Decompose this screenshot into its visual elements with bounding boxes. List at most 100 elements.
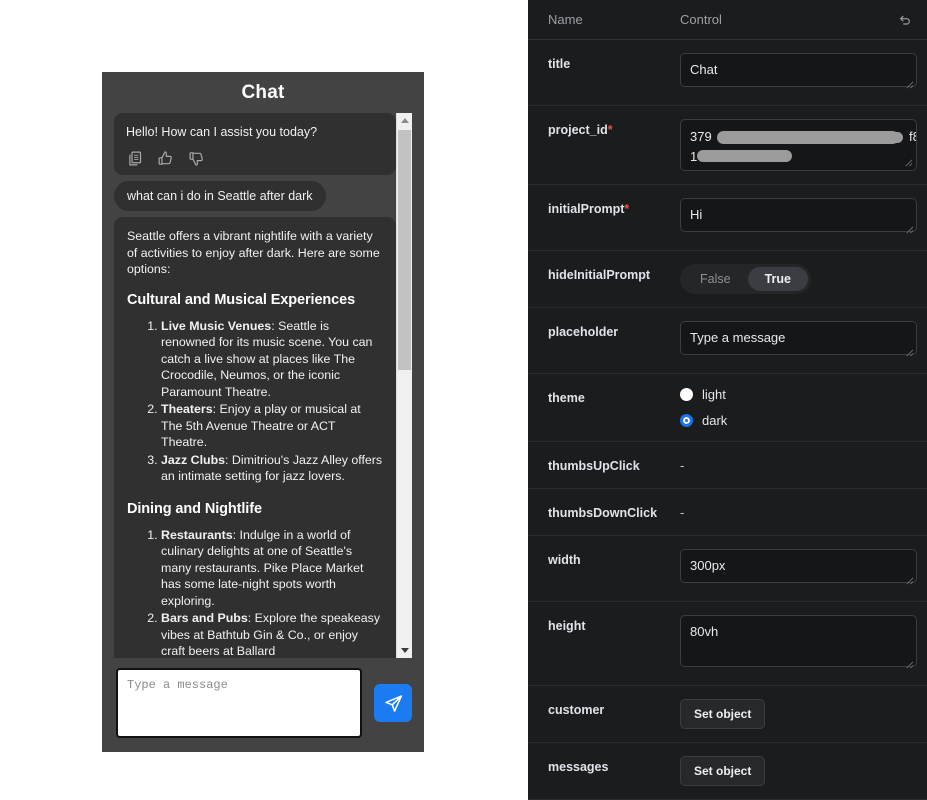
toggle-option-true[interactable]: True — [747, 267, 808, 291]
property-label: thumbsUpClick — [548, 459, 640, 473]
redaction-mark — [717, 131, 899, 144]
project-id-prefix: 379 — [690, 129, 712, 144]
list-item: Restaurants: Indulge in a world of culin… — [161, 527, 383, 610]
properties-panel: Name Control title project_id* 379 — [528, 0, 927, 800]
radio-label: light — [702, 387, 726, 402]
message-bot-answer: Seattle offers a vibrant nightlife with … — [114, 217, 396, 658]
property-row-height: height — [528, 602, 927, 686]
property-control: - — [680, 502, 917, 522]
property-control: Set object — [680, 699, 917, 729]
thumbs-down-icon[interactable] — [188, 150, 205, 167]
chat-message-list: Hello! How can I assist you today? what … — [114, 113, 396, 658]
column-header-name: Name — [548, 12, 583, 27]
set-object-button-messages[interactable]: Set object — [680, 756, 766, 786]
chat-message-input[interactable] — [116, 668, 362, 738]
bot-greeting-text: Hello! How can I assist you today? — [126, 125, 318, 139]
property-row-project-id: project_id* 379 f83- 1 — [528, 106, 927, 185]
list-item-term: Bars and Pubs — [161, 611, 248, 626]
chat-widget: Chat Hello! How can I assist you today? — [102, 72, 424, 752]
answer-list-2: Restaurants: Indulge in a world of culin… — [127, 527, 383, 658]
property-row-thumbs-up-click: thumbsUpClick - — [528, 442, 927, 489]
property-label-text: initialPrompt — [548, 202, 625, 216]
message-user-row: what can i do in Seattle after dark — [114, 180, 396, 217]
property-label: project_id* — [548, 119, 680, 138]
project-id-input[interactable]: 379 f83- 1 — [680, 119, 917, 171]
height-input[interactable] — [680, 615, 917, 667]
scroll-up-arrow-icon[interactable] — [397, 113, 412, 128]
column-header-control: Control — [680, 12, 722, 27]
radio-unselected-icon[interactable] — [680, 388, 693, 401]
redaction-mark — [697, 150, 792, 162]
list-item: Jazz Clubs: Dimitriou's Jazz Alley offer… — [161, 452, 383, 485]
send-button[interactable] — [374, 684, 412, 722]
answer-intro: Seattle offers a vibrant nightlife with … — [127, 229, 380, 277]
list-item-term: Restaurants — [161, 527, 233, 542]
property-control — [680, 615, 917, 672]
theme-option-dark[interactable]: dark — [680, 413, 917, 428]
redaction-mark — [877, 132, 903, 143]
property-row-theme: theme light dark — [528, 374, 927, 442]
property-row-hide-initial-prompt: hideInitialPrompt False True — [528, 251, 927, 308]
property-row-thumbs-down-click: thumbsDownClick - — [528, 489, 927, 536]
property-label: initialPrompt* — [548, 198, 680, 217]
scrollbar-thumb[interactable] — [398, 130, 411, 370]
property-row-initial-prompt: initialPrompt* — [528, 185, 927, 251]
list-item-term: Jazz Clubs — [161, 452, 226, 467]
thumbs-up-icon[interactable] — [157, 150, 174, 167]
message-user: what can i do in Seattle after dark — [114, 180, 326, 212]
property-label: hideInitialPrompt — [548, 268, 651, 282]
chat-scroll-region: Hello! How can I assist you today? what … — [114, 113, 412, 658]
empty-value[interactable]: - — [680, 502, 684, 520]
property-control — [680, 198, 917, 237]
property-control: Set object — [680, 756, 917, 786]
answer-heading-2: Dining and Nightlife — [127, 500, 262, 517]
initial-prompt-input[interactable] — [680, 198, 917, 232]
property-row-width: width — [528, 536, 927, 602]
property-label: messages — [548, 760, 609, 774]
project-id-line2: 1 — [690, 149, 698, 164]
chat-composer — [102, 658, 424, 752]
undo-icon[interactable] — [891, 12, 913, 28]
scrollbar-track[interactable] — [397, 128, 412, 643]
property-label: height — [548, 619, 586, 633]
list-item-term: Live Music Venues — [161, 318, 272, 333]
required-asterisk: * — [607, 123, 613, 137]
message-action-bar — [126, 150, 384, 167]
project-id-suffix: f83- — [909, 129, 916, 144]
toggle-option-false[interactable]: False — [683, 267, 748, 291]
hide-initial-prompt-toggle[interactable]: False True — [680, 264, 811, 294]
placeholder-input[interactable] — [680, 321, 917, 355]
properties-header: Name Control — [528, 0, 927, 40]
list-item-term: Theaters — [161, 402, 213, 417]
theme-option-light[interactable]: light — [680, 387, 917, 402]
property-row-customer: customer Set object — [528, 686, 927, 743]
property-row-messages: messages Set object — [528, 743, 927, 800]
property-control: - — [680, 455, 917, 475]
width-input[interactable] — [680, 549, 917, 583]
property-label: thumbsDownClick — [548, 506, 658, 520]
answer-heading-1: Cultural and Musical Experiences — [127, 291, 356, 308]
chat-scrollbar[interactable] — [396, 113, 412, 658]
property-label: customer — [548, 703, 605, 717]
set-object-button-customer[interactable]: Set object — [680, 699, 766, 729]
chat-title: Chat — [241, 82, 285, 103]
required-asterisk: * — [624, 202, 630, 216]
copy-icon[interactable] — [126, 150, 143, 167]
property-label-text: project_id — [548, 123, 608, 137]
property-row-placeholder: placeholder — [528, 308, 927, 374]
answer-list-1: Live Music Venues: Seattle is renowned f… — [127, 318, 383, 485]
list-item: Theaters: Enjoy a play or musical at The… — [161, 401, 383, 451]
scroll-down-arrow-icon[interactable] — [397, 643, 412, 658]
empty-value[interactable]: - — [680, 455, 684, 473]
property-label: theme — [548, 391, 585, 405]
radio-label: dark — [702, 413, 728, 428]
radio-selected-icon[interactable] — [680, 414, 693, 427]
list-item: Bars and Pubs: Explore the speakeasy vib… — [161, 610, 383, 658]
title-input[interactable] — [680, 53, 917, 87]
property-label: width — [548, 553, 581, 567]
property-label: title — [548, 57, 571, 71]
property-control: False True — [680, 264, 917, 294]
list-item: Live Music Venues: Seattle is renowned f… — [161, 318, 383, 401]
message-bot-greeting: Hello! How can I assist you today? — [114, 113, 396, 175]
property-control: 379 f83- 1 — [680, 119, 917, 171]
